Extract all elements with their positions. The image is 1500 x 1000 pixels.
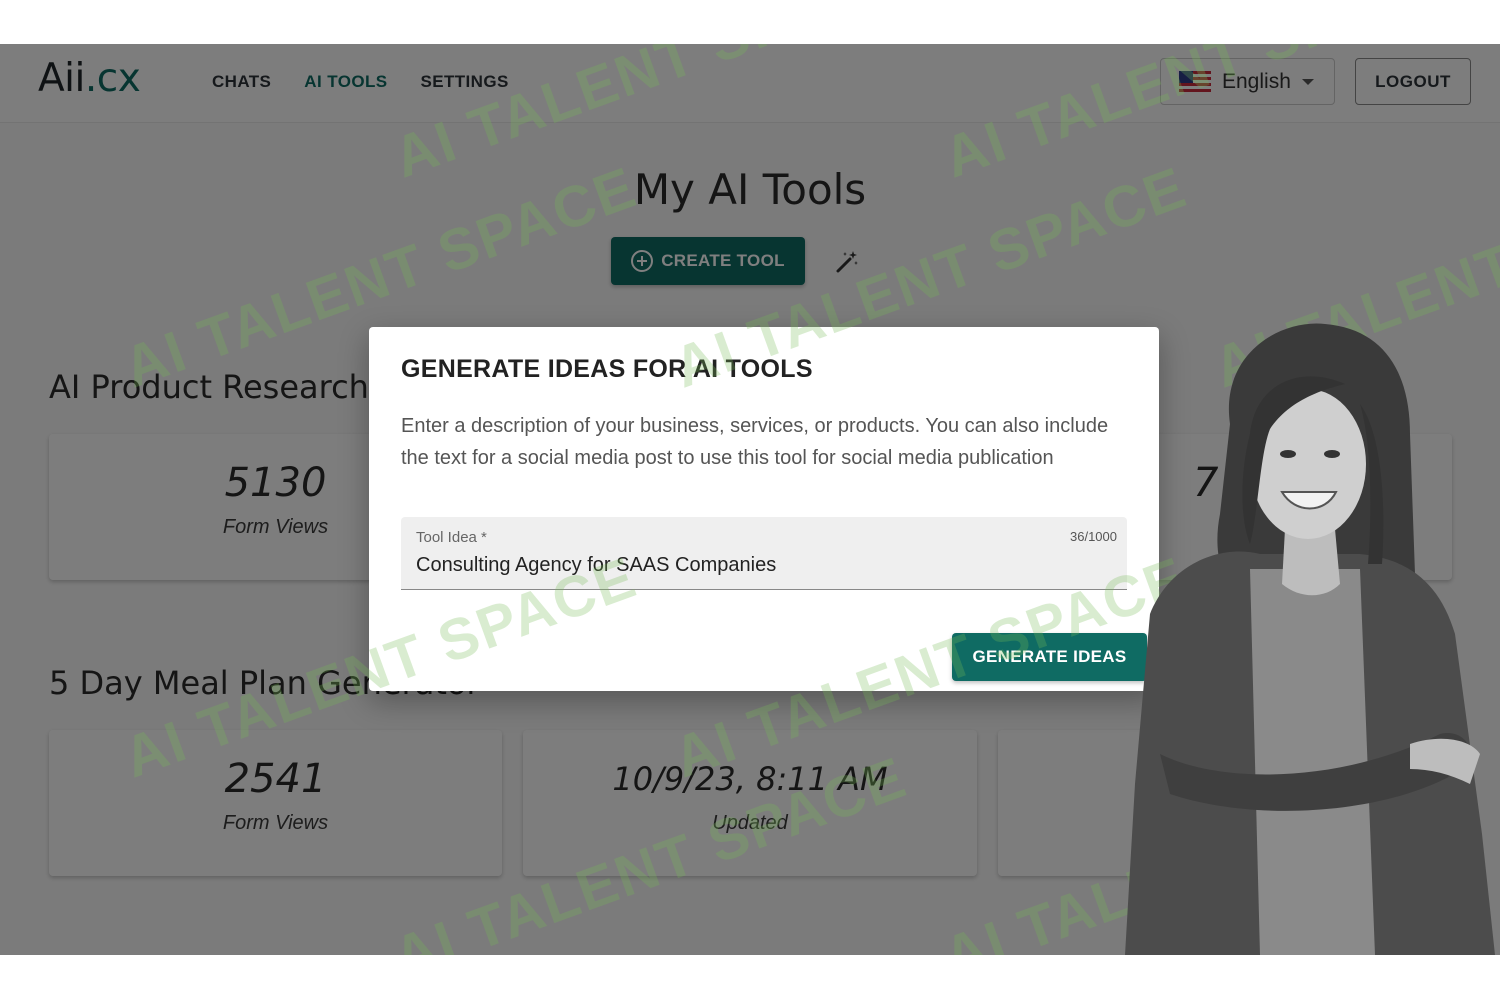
tool-idea-input[interactable] — [416, 550, 1106, 580]
app-screenshot: Aii.cx CHATS AI TOOLS SETTINGS English L… — [0, 44, 1500, 955]
person-photo — [1125, 323, 1495, 955]
tool-idea-field[interactable]: Tool Idea * 36/1000 — [401, 517, 1127, 590]
tool-idea-label: Tool Idea * — [416, 529, 487, 546]
dialog-title: GENERATE IDEAS FOR AI TOOLS — [401, 355, 813, 383]
dialog-description: Enter a description of your business, se… — [401, 415, 1109, 469]
generate-ideas-dialog: GENERATE IDEAS FOR AI TOOLS Enter a desc… — [369, 327, 1159, 691]
